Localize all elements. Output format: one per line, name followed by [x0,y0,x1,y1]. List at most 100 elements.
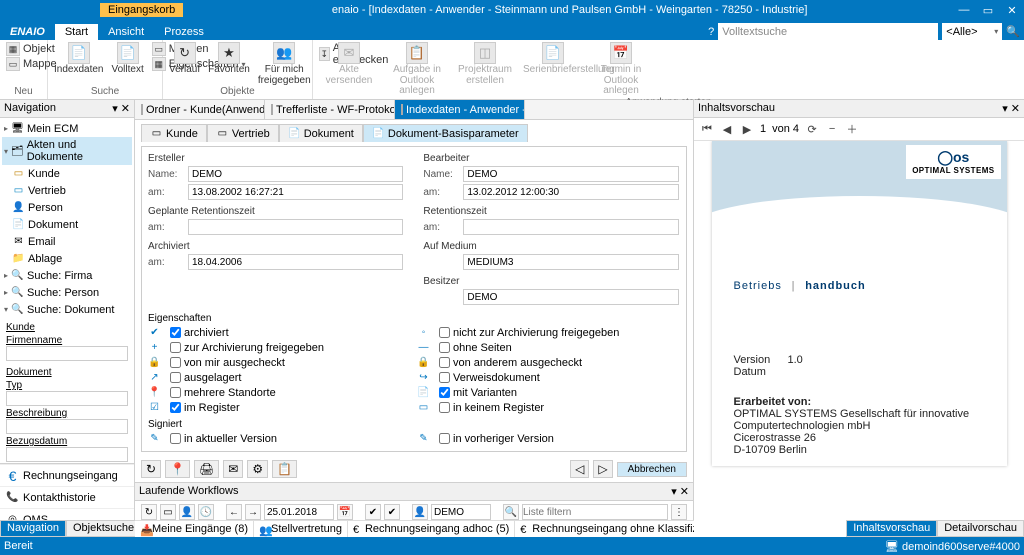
von-anderem-checkbox[interactable] [439,357,450,368]
inner-tab-vertrieb[interactable]: ▭Vertrieb [207,124,279,142]
beschreibung-input[interactable] [6,419,128,434]
doctab-ordner[interactable]: Ordner - Kunde(Anwender - O...✕ [135,100,265,119]
doctab-trefferliste[interactable]: Trefferliste - WF-Protokoll - Per...✕ [265,100,395,119]
vorher-signiert-checkbox[interactable] [439,433,450,444]
besitzer-input[interactable] [463,289,678,305]
bezugsdatum-input[interactable] [6,447,128,462]
bt-rechnung-ohne[interactable]: €Rechnungseingang ohne Klassifizierung (… [515,521,694,537]
nav-pin-icon[interactable]: ▾ ✕ [112,102,130,115]
history-icon[interactable]: ↻ [141,460,161,478]
zoom-in-icon[interactable]: ＋ [845,121,859,137]
inner-tab-dokument[interactable]: 📄Dokument [279,124,363,142]
nicht-archiv-checkbox[interactable] [439,327,450,338]
aktuell-signiert-checkbox[interactable] [170,433,181,444]
indexdaten-button[interactable]: 📄Indexdaten [54,42,104,76]
inner-tab-kunde[interactable]: ▭Kunde [141,124,207,142]
bottom-tab-detailvorschau[interactable]: Detailvorschau [937,520,1024,537]
section-kontakthistorie[interactable]: 📞Kontakthistorie [0,486,134,508]
minimize-icon[interactable]: — [956,4,972,17]
wf-fwd-icon[interactable]: → [245,504,261,520]
wf-person-icon[interactable]: 👤 [412,504,428,520]
tab-prozess[interactable]: Prozess [154,24,214,40]
bearbeiter-name-input[interactable] [463,166,678,182]
search-scope-select[interactable]: <Alle>▾ [942,23,1002,40]
ohne-seiten-checkbox[interactable] [439,342,450,353]
tree-suche-person[interactable]: ▸🔍Suche: Person [2,284,132,301]
doctab-indexdaten[interactable]: Indexdaten - Anwender - Stei...✕ [395,100,525,119]
tree-person[interactable]: 👤Person [2,199,132,216]
tree-mein-ecm[interactable]: ▸🖥Mein ECM [2,120,132,137]
standorte-checkbox[interactable] [170,387,181,398]
bearbeiter-am-input[interactable] [463,184,678,200]
im-register-checkbox[interactable] [170,402,181,413]
bottom-tab-objektsuche[interactable]: Objektsuche [66,520,141,537]
tab-ansicht[interactable]: Ansicht [98,24,154,40]
search-go-icon[interactable]: 🔍 [1006,25,1020,38]
tree-vertrieb[interactable]: ▭Vertrieb [2,182,132,199]
ersteller-name-input[interactable] [188,166,403,182]
wf-cal-icon[interactable]: 📅 [337,504,353,520]
tree-ablage[interactable]: 📁Ablage [2,250,132,267]
typ-input[interactable] [6,391,128,406]
archiviert-am-input[interactable] [188,254,403,270]
location-icon[interactable]: 📍 [165,460,190,478]
bt-rechnung-adhoc[interactable]: €Rechnungseingang adhoc (5) [348,521,515,537]
volltext-button[interactable]: 📄Volltext [112,42,144,76]
email-icon[interactable]: ✉ [223,460,243,478]
firmenname-input[interactable] [6,346,128,361]
close-window-icon[interactable]: ✕ [1004,4,1020,17]
section-rechnungseingang[interactable]: €Rechnungseingang [0,464,134,486]
wf-name-input[interactable] [431,504,491,520]
prev-page-icon[interactable]: ◀ [720,123,734,136]
geplante-am-input[interactable] [188,219,403,235]
wf-date-input[interactable] [264,504,334,520]
filter-icon[interactable]: 🔍 [503,504,519,520]
inbox-button[interactable]: Eingangskorb [100,3,183,17]
panel-controls-icon[interactable]: ▾ ✕ [1002,102,1020,115]
tree-akten[interactable]: ▾🗂Akten und Dokumente [2,137,132,165]
archiviert-checkbox[interactable] [170,327,181,338]
zoom-out-icon[interactable]: − [825,123,839,135]
refresh-icon[interactable]: ⟳ [805,123,819,136]
bt-meine-eingaenge[interactable]: 📥Meine Eingänge (8) [135,521,254,537]
tree-dokument[interactable]: 📄Dokument [2,216,132,233]
print-icon[interactable]: 🖨 [194,460,219,478]
wf-clock-icon[interactable]: 🕓 [198,504,214,520]
wf-refresh-icon[interactable]: ↻ [141,504,157,520]
help-icon[interactable]: ? [708,26,714,38]
tree-email[interactable]: ✉Email [2,233,132,250]
wf-user-icon[interactable]: 👤 [179,504,195,520]
clipboard-icon[interactable]: 📋 [272,460,297,478]
wf-menu-icon[interactable]: ⋮ [671,504,687,520]
prev-icon[interactable]: ◁ [570,460,589,478]
zur-archiv-checkbox[interactable] [170,342,181,353]
bottom-tab-navigation[interactable]: Navigation [0,520,66,537]
settings-icon[interactable]: ⚙ [247,460,268,478]
wf-open-icon[interactable]: ▭ [160,504,176,520]
tree-suche-dokument[interactable]: ▾🔍Suche: Dokument [2,301,132,318]
next-icon[interactable]: ▷ [593,460,612,478]
fulltext-search-input[interactable]: Volltextsuche [718,23,938,40]
varianten-checkbox[interactable] [439,387,450,398]
inner-tab-basisparameter[interactable]: 📄Dokument-Basisparameter [363,124,528,142]
ersteller-am-input[interactable] [188,184,403,200]
bt-stellvertretung[interactable]: 👥Stellvertretung [254,521,348,537]
kein-register-checkbox[interactable] [439,402,450,413]
restore-icon[interactable]: ▭ [980,4,996,17]
bottom-tab-inhaltsvorschau[interactable]: Inhaltsvorschau [846,520,937,537]
first-page-icon[interactable]: ⏮ [700,123,714,136]
verweis-checkbox[interactable] [439,372,450,383]
von-mir-checkbox[interactable] [170,357,181,368]
wf-ck2-icon[interactable]: ✔ [384,504,400,520]
panel-controls-icon[interactable]: ▾ ✕ [671,485,689,498]
ausgelagert-checkbox[interactable] [170,372,181,383]
abbrechen-button[interactable]: Abbrechen [617,462,687,477]
retentionszeit-am-input[interactable] [463,219,678,235]
verlauf-button[interactable]: ↻Verlauf [169,42,200,76]
tree-suche-firma[interactable]: ▸🔍Suche: Firma [2,267,132,284]
wf-back-icon[interactable]: ← [226,504,242,520]
wf-filter-input[interactable] [522,504,668,520]
medium-input[interactable] [463,254,678,270]
next-page-icon[interactable]: ▶ [740,123,754,136]
favoriten-button[interactable]: ★Favoriten [208,42,250,76]
